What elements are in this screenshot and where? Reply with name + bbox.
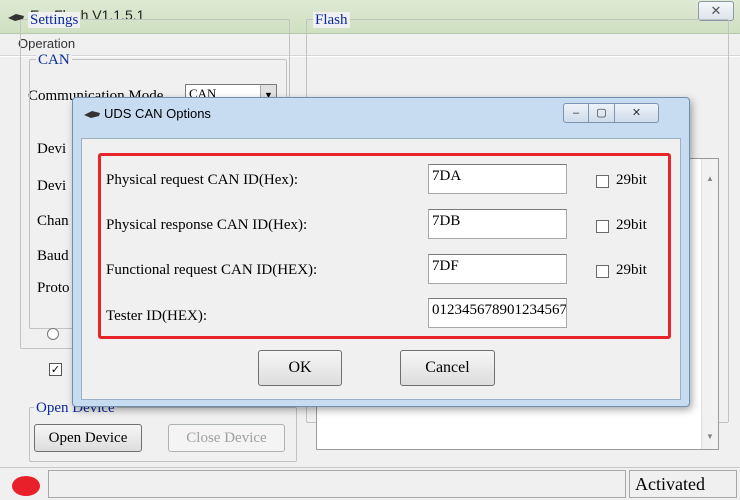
functional-request-input[interactable]: 7DF xyxy=(428,254,567,284)
activation-status: Activated xyxy=(635,474,705,494)
physical-response-label: Physical response CAN ID(Hex): xyxy=(106,217,308,233)
physical-response-29bit-label: 29bit xyxy=(616,217,647,233)
protocol-label: Proto xyxy=(37,280,70,296)
physical-request-29bit-label: 29bit xyxy=(616,172,647,188)
settings-group-title: Settings xyxy=(28,12,81,28)
minimize-button[interactable]: ‒ xyxy=(563,103,589,123)
mode-radio[interactable] xyxy=(47,328,59,340)
window-close-button[interactable]: ✕ xyxy=(698,1,734,21)
physical-request-input[interactable]: 7DA xyxy=(428,164,567,194)
option-checkbox[interactable]: ✓ xyxy=(49,363,62,376)
device-type-label: Devi xyxy=(37,141,67,157)
scroll-down-icon[interactable]: ▼ xyxy=(702,429,718,445)
status-panel-message xyxy=(48,470,626,498)
baud-label: Baud xyxy=(37,248,69,264)
open-device-button[interactable]: Open Device xyxy=(34,424,142,452)
functional-request-29bit-label: 29bit xyxy=(616,262,647,278)
tester-id-label: Tester ID(HEX): xyxy=(106,308,207,324)
can-group-title: CAN xyxy=(36,52,72,68)
channel-label: Chan xyxy=(37,213,69,229)
physical-request-29bit-checkbox[interactable] xyxy=(596,175,609,188)
cancel-button[interactable]: Cancel xyxy=(400,350,495,386)
status-led-icon xyxy=(12,476,40,496)
flash-group-title: Flash xyxy=(313,12,350,28)
device-index-label: Devi xyxy=(37,178,67,194)
dialog-title: UDS CAN Options xyxy=(104,106,211,121)
log-scrollbar[interactable]: ▲ ▼ xyxy=(701,159,718,449)
maximize-button[interactable]: ▢ xyxy=(589,103,615,123)
physical-request-label: Physical request CAN ID(Hex): xyxy=(106,172,299,188)
physical-response-input[interactable]: 7DB xyxy=(428,209,567,239)
scroll-up-icon[interactable]: ▲ xyxy=(702,171,718,187)
physical-response-29bit-checkbox[interactable] xyxy=(596,220,609,233)
device-dongle-icon xyxy=(84,111,100,118)
status-bar xyxy=(0,467,740,500)
tester-id-input[interactable]: 01234567890123456789 xyxy=(428,298,567,328)
close-device-button[interactable]: Close Device xyxy=(168,424,285,452)
functional-request-29bit-checkbox[interactable] xyxy=(596,265,609,278)
functional-request-label: Functional request CAN ID(HEX): xyxy=(106,262,318,278)
ok-button[interactable]: OK xyxy=(258,350,342,386)
dialog-close-button[interactable]: ✕ xyxy=(615,103,659,123)
